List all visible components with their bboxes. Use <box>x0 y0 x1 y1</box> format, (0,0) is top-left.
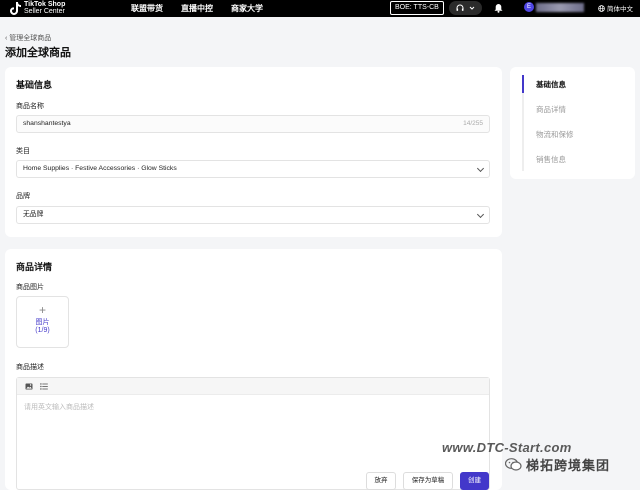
chevron-down-icon <box>469 6 475 10</box>
environment-badge[interactable]: BOE: TTS-CB <box>390 1 444 15</box>
product-detail-title: 商品详情 <box>16 262 53 272</box>
avatar[interactable]: E <box>524 2 534 12</box>
tiktok-shop-logo[interactable]: TikTok Shop Seller Center <box>10 1 65 15</box>
breadcrumb-link: 管理全球商品 <box>9 35 52 42</box>
save-draft-button[interactable]: 保存为草稿 <box>403 472 453 490</box>
chevron-down-icon <box>476 210 485 219</box>
globe-icon <box>598 4 605 12</box>
chevron-down-icon <box>476 164 485 173</box>
upload-count: (1/9) <box>35 327 50 334</box>
anchor-basic-info[interactable]: 基础信息 <box>536 79 566 90</box>
language-label: 简体中文 <box>607 6 633 13</box>
language-selector[interactable]: 简体中文 <box>598 3 633 13</box>
nav-seller-university[interactable]: 商家大学 <box>231 3 263 14</box>
product-images-label: 商品图片 <box>16 284 44 291</box>
nav-live-console[interactable]: 直播中控 <box>181 3 213 14</box>
product-name-label: 商品名称 <box>16 103 44 110</box>
bell-icon[interactable] <box>494 3 503 13</box>
section-anchor-nav: 基础信息 商品详情 物流和保修 销售信息 <box>510 67 635 179</box>
product-name-input[interactable]: shanshantestya 14/255 <box>16 115 490 133</box>
description-label: 商品描述 <box>16 364 44 371</box>
category-select[interactable]: Home Supplies · Festive Accessories · Gl… <box>16 160 490 178</box>
wechat-icon <box>505 458 522 471</box>
basic-info-title: 基础信息 <box>16 80 53 90</box>
create-button[interactable]: 创建 <box>460 472 489 490</box>
image-upload-button[interactable]: + 图片 (1/9) <box>16 296 69 348</box>
nav-affiliate[interactable]: 联盟带货 <box>131 3 163 14</box>
basic-info-card: 基础信息 商品名称 shanshantestya 14/255 类目 Home … <box>5 67 502 237</box>
top-nav-bar: TikTok Shop Seller Center 联盟带货 直播中控 商家大学… <box>0 0 640 17</box>
brand-name: TikTok Shop <box>24 1 66 8</box>
discard-button[interactable]: 放弃 <box>366 472 396 490</box>
anchor-indicator <box>522 75 524 93</box>
plus-icon: + <box>38 303 46 317</box>
tiktok-logo-icon <box>10 1 21 15</box>
product-detail-card: 商品详情 商品图片 + 图片 (1/9) 商品描述 请用英文输入商品描述 <box>5 249 502 490</box>
brand-select[interactable]: 无品牌 <box>16 206 490 224</box>
char-counter: 14/255 <box>463 120 483 127</box>
watermark-name: 梯拓跨境集团 <box>526 458 611 473</box>
watermark-url: www.DTC-Start.com <box>442 440 572 455</box>
anchor-sales-info[interactable]: 销售信息 <box>536 154 566 165</box>
breadcrumb[interactable]: ‹ 管理全球商品 <box>5 33 51 43</box>
bullet-list-icon[interactable] <box>40 382 48 390</box>
anchor-product-detail[interactable]: 商品详情 <box>536 104 566 115</box>
image-icon[interactable] <box>25 383 33 390</box>
page-title: 添加全球商品 <box>5 47 71 59</box>
account-name-redacted[interactable] <box>536 3 584 12</box>
headset-icon <box>456 4 464 11</box>
brand-value: 无品牌 <box>23 211 44 218</box>
category-value: Home Supplies · Festive Accessories · Gl… <box>23 165 177 172</box>
editor-toolbar <box>17 378 489 395</box>
upload-label: 图片 <box>35 319 50 326</box>
main-nav: 联盟带货 直播中控 商家大学 <box>131 3 263 14</box>
category-label: 类目 <box>16 148 30 155</box>
anchor-logistics-warranty[interactable]: 物流和保修 <box>536 129 574 140</box>
brand-subtitle: Seller Center <box>24 8 65 15</box>
product-name-value: shanshantestya <box>23 120 71 127</box>
support-dropdown[interactable] <box>449 1 482 15</box>
description-placeholder: 请用英文输入商品描述 <box>24 404 94 411</box>
brand-label: 品牌 <box>16 193 30 200</box>
